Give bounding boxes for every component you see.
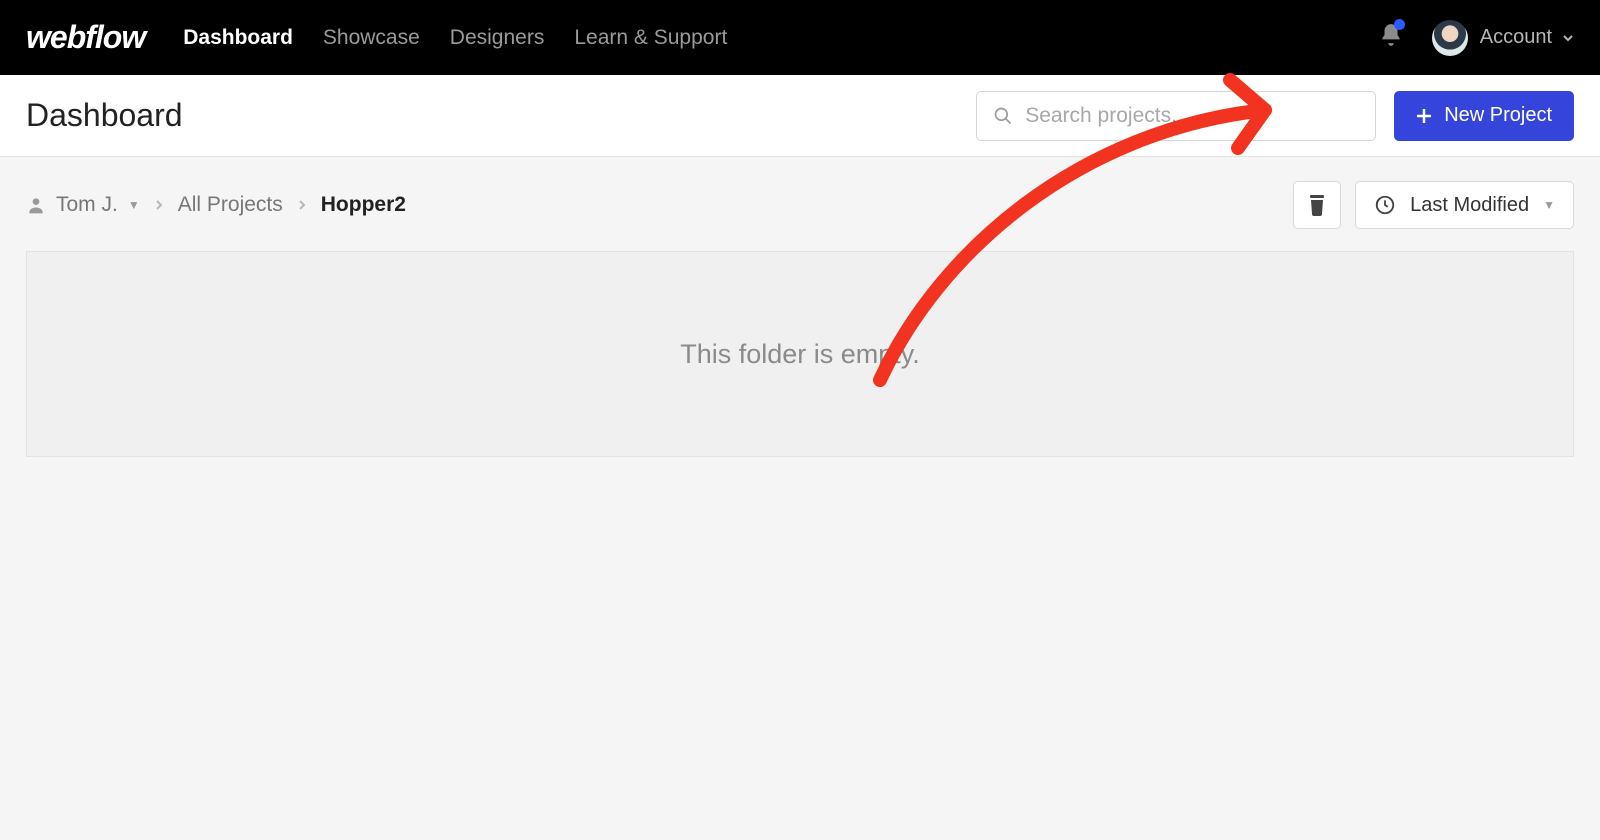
breadcrumb: Tom J. ▼ All Projects Hopper2 [26,193,406,217]
search-icon [993,106,1013,126]
breadcrumb-current: Hopper2 [321,193,406,217]
page-title: Dashboard [26,97,183,134]
trash-button[interactable] [1293,181,1341,229]
topbar: webflow Dashboard Showcase Designers Lea… [0,0,1600,75]
brand-logo[interactable]: webflow [26,19,145,56]
search-input[interactable] [1025,104,1359,128]
empty-folder-panel: This folder is empty. [26,251,1574,457]
nav-showcase[interactable]: Showcase [323,26,420,50]
breadcrumb-all-projects[interactable]: All Projects [178,193,283,217]
plus-icon [1416,108,1432,124]
empty-folder-message: This folder is empty. [680,339,920,370]
top-nav: Dashboard Showcase Designers Learn & Sup… [183,26,727,50]
chevron-down-icon [1562,32,1574,44]
nav-learn-support[interactable]: Learn & Support [574,26,727,50]
breadcrumb-user[interactable]: Tom J. ▼ [26,193,140,217]
sort-label: Last Modified [1410,194,1529,217]
new-project-label: New Project [1444,104,1552,127]
breadcrumb-user-label: Tom J. [56,193,118,217]
sort-button[interactable]: Last Modified ▼ [1355,181,1574,229]
nav-designers[interactable]: Designers [450,26,545,50]
notification-dot [1394,19,1405,30]
trash-icon [1307,194,1327,216]
account-label: Account [1480,26,1552,49]
account-menu[interactable]: Account [1480,26,1574,49]
nav-dashboard[interactable]: Dashboard [183,26,293,50]
caret-down-icon: ▼ [1543,198,1555,212]
content-area: Tom J. ▼ All Projects Hopper2 Last Modif… [0,157,1600,481]
content-toolbar: Tom J. ▼ All Projects Hopper2 Last Modif… [26,181,1574,229]
notifications-button[interactable] [1378,22,1404,53]
chevron-right-icon [154,200,164,210]
new-project-button[interactable]: New Project [1394,91,1574,141]
clock-reload-icon [1374,194,1396,216]
subheader: Dashboard New Project [0,75,1600,157]
caret-down-icon: ▼ [128,198,140,212]
search-box[interactable] [976,91,1376,141]
avatar[interactable] [1432,20,1468,56]
chevron-right-icon [297,200,307,210]
user-icon [26,195,46,215]
